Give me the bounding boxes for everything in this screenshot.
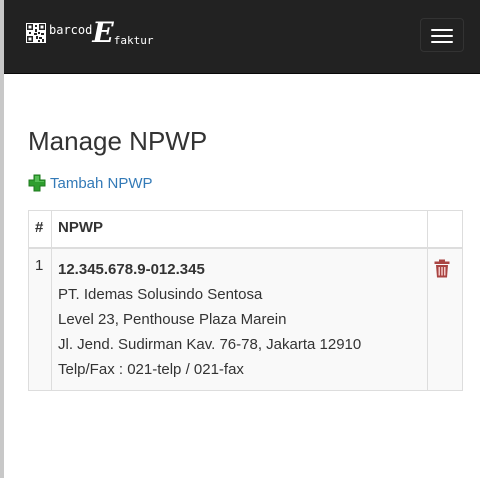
trash-icon[interactable] <box>434 259 450 278</box>
npwp-details: 12.345.678.9-012.345 PT. Idemas Solusind… <box>51 247 428 391</box>
qr-code-icon <box>26 23 46 43</box>
row-number: 1 <box>28 247 52 391</box>
menu-toggle-button[interactable] <box>420 18 464 52</box>
menu-icon-bar <box>431 35 453 37</box>
address-line-2: Jl. Jend. Sudirman Kav. 76-78, Jakarta 1… <box>58 336 362 353</box>
npwp-table: # NPWP 1 12.345.678.9-012.345 PT. Idemas… <box>28 210 463 391</box>
table-row: 1 12.345.678.9-012.345 PT. Idemas Solusi… <box>28 247 463 391</box>
window-frame-right <box>480 0 492 478</box>
npwp-number: 12.345.678.9-012.345 <box>58 261 205 278</box>
plus-icon <box>28 174 46 192</box>
column-header-action <box>427 210 463 249</box>
add-npwp-label: Tambah NPWP <box>50 174 153 192</box>
row-actions <box>427 247 463 391</box>
address-line-1: Level 23, Penthouse Plaza Marein <box>58 311 287 328</box>
column-header-npwp: NPWP <box>51 210 428 249</box>
navbar: barcod E faktur <box>4 0 480 74</box>
add-npwp-link[interactable]: Tambah NPWP <box>28 174 153 192</box>
menu-icon <box>431 29 453 31</box>
contact-line: Telp/Fax : 021-telp / 021-fax <box>58 361 244 378</box>
page-title: Manage NPWP <box>28 126 208 156</box>
brand-suffix: faktur <box>113 34 154 47</box>
table-header-row: # NPWP <box>28 210 463 249</box>
brand-prefix: barcod <box>49 23 93 37</box>
column-header-number: # <box>28 210 52 249</box>
brand-e: E <box>92 16 114 49</box>
menu-icon-bar <box>431 41 453 43</box>
company-name: PT. Idemas Solusindo Sentosa <box>58 286 263 303</box>
brand-logo[interactable]: barcod E faktur <box>26 16 154 50</box>
